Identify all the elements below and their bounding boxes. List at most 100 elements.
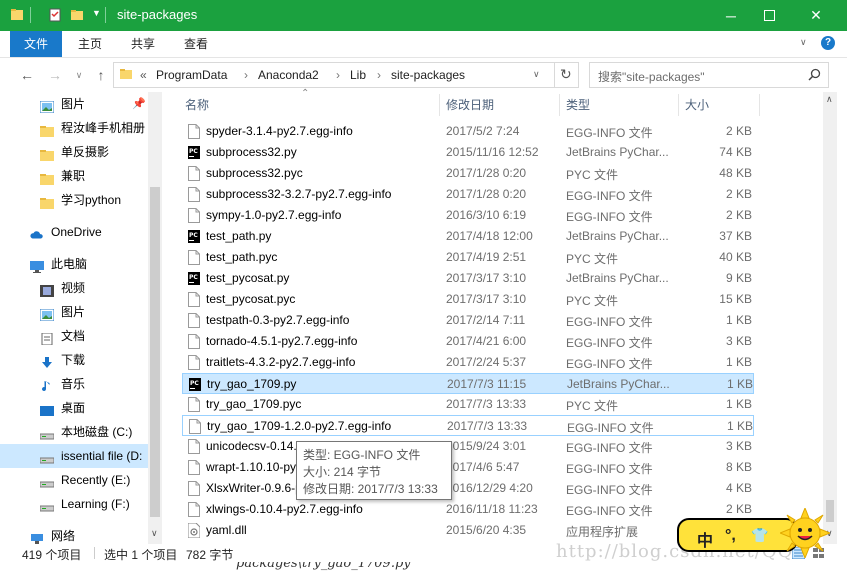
file-row[interactable]: XlsxWriter-0.9.6-py2.7.egg-info 2016/12/2… [182,478,754,499]
file-row[interactable]: try_gao_1709-1.2.0-py2.7.egg-info 2017/7/… [182,415,754,436]
file-type: EGG-INFO 文件 [566,336,653,350]
ime-language[interactable]: 中 [697,527,713,551]
ime-punctuation[interactable]: °, [725,527,736,545]
file-row[interactable]: yaml.dll 2015/6/20 4:35 应用程序扩展 [182,520,754,541]
column-separator[interactable] [678,94,679,116]
nav-item-label: 学习python [61,193,122,207]
file-type: JetBrains PyChar... [566,145,669,159]
file-row[interactable]: subprocess32.pyc 2017/1/28 0:20 PYC 文件 48 K… [182,163,754,184]
expand-ribbon-icon[interactable]: ∨ [800,37,807,48]
file-row[interactable]: PC test_pycosat.py 2017/3/17 3:10 JetBrains… [182,268,754,289]
nav-item[interactable]: 下载 [0,348,148,372]
nav-item[interactable]: Recently (E:) [0,468,148,492]
nav-item[interactable]: 程汝峰手机相册 [0,116,148,140]
file-type: PYC 文件 [566,168,619,182]
nav-item[interactable]: 此电脑 [0,252,148,276]
nav-item-label: 单反摄影 [61,145,110,159]
search-icon[interactable] [808,68,821,81]
scroll-down-icon[interactable]: ∨ [151,528,158,539]
new-folder-icon[interactable] [70,7,84,23]
address-bar[interactable]: « ProgramData › Anaconda2 › Lib › site-p… [113,62,579,88]
file-row[interactable]: testpath-0.3-py2.7.egg-info 2017/2/14 7:1… [182,310,754,331]
file-row[interactable]: PC test_path.py 2017/4/18 12:00 JetBrains P… [182,226,754,247]
file-date: 2017/3/17 3:10 [446,271,527,285]
breadcrumb-anaconda2[interactable]: Anaconda2 [258,68,319,82]
column-separator[interactable] [559,94,560,116]
file-row[interactable]: test_path.pyc 2017/4/19 2:51 PYC 文件 40 KB [182,247,754,268]
column-header-type[interactable]: 类型 [566,92,590,118]
breadcrumb-separator-icon[interactable]: › [336,68,340,82]
file-type: PYC 文件 [566,399,619,413]
file-size: 2 KB [725,187,752,201]
file-row[interactable]: try_gao_1709.pyc 2017/7/3 13:33 PYC 文件 1 KB [182,394,754,415]
file-date: 2016/3/10 6:19 [446,208,527,222]
download-icon [40,353,54,368]
nav-item[interactable]: OneDrive [0,220,148,244]
tab-share[interactable]: 共享 [119,31,167,57]
file-date: 2017/1/28 0:20 [446,187,527,201]
file-row[interactable]: PC try_gao_1709.py 2017/7/3 11:15 JetBrains… [182,373,754,394]
tab-view[interactable]: 查看 [172,31,220,57]
column-separator[interactable] [759,94,760,116]
nav-item[interactable]: issential file (D: [0,444,148,468]
file-row[interactable]: xlwings-0.10.4-py2.7.egg-info 2016/11/18 … [182,499,754,520]
nav-item[interactable]: 单反摄影 [0,140,148,164]
recent-locations-button[interactable]: ∨ [70,66,88,84]
folder-icon [11,9,23,20]
column-header-date[interactable]: 修改日期 [446,92,494,118]
scroll-up-icon[interactable]: ∧ [826,94,833,105]
nav-item[interactable]: 文档 [0,324,148,348]
breadcrumb-lib[interactable]: Lib [350,68,366,82]
nav-item[interactable]: 本地磁盘 (C:) [0,420,148,444]
back-button[interactable]: ← [18,66,36,84]
file-row[interactable]: PC subprocess32.py 2015/11/16 12:52 JetBrai… [182,142,754,163]
file-size: 1 KB [725,355,752,369]
search-box[interactable]: 搜索"site-packages" [589,62,829,88]
file-row[interactable]: wrapt-1.10.10-py2.7.egg-info 2017/4/6 5:4… [182,457,754,478]
file-row[interactable]: test_pycosat.pyc 2017/3/17 3:10 PYC 文件 15 K… [182,289,754,310]
refresh-icon[interactable]: ↻ [560,66,572,83]
column-header-size[interactable]: 大小 [685,92,709,118]
nav-item[interactable]: 兼职 [0,164,148,188]
file-row[interactable]: unicodecsv-0.14.1-py2.7.egg-info 2015/9/2… [182,436,754,457]
file-row[interactable]: spyder-3.1.4-py2.7.egg-info 2017/5/2 7:24… [182,121,754,142]
nav-item[interactable]: 视频 [0,276,148,300]
nav-item[interactable]: Learning (F:) [0,492,148,516]
file-name: yaml.dll [206,523,247,537]
file-row[interactable]: traitlets-4.3.2-py2.7.egg-info 2017/2/24 … [182,352,754,373]
file-row[interactable]: tornado-4.5.1-py2.7.egg-info 2017/4/21 6:… [182,331,754,352]
breadcrumb-separator-icon[interactable]: › [377,68,381,82]
file-row[interactable]: sympy-1.0-py2.7.egg-info 2016/3/10 6:19 EG… [182,205,754,226]
up-button[interactable]: ↑ [92,66,110,84]
svg-text:PC: PC [189,232,198,239]
nav-scrollbar[interactable]: ∨ [148,92,162,544]
breadcrumb-site-packages[interactable]: site-packages [391,68,465,82]
tab-home[interactable]: 主页 [66,31,114,57]
pin-icon[interactable]: 📌 [132,92,146,116]
properties-icon[interactable] [48,7,62,23]
address-dropdown-icon[interactable]: ∨ [533,69,540,80]
breadcrumb-programdata[interactable]: ProgramData [156,68,227,82]
nav-item-label: 桌面 [61,401,86,415]
tab-file[interactable]: 文件 [10,31,62,57]
search-input[interactable]: 搜索"site-packages" [598,68,705,85]
nav-scrollbar-thumb[interactable] [150,187,160,517]
close-button[interactable]: ✕ [793,0,839,31]
file-list-scrollbar[interactable]: ∧ ∨ [823,92,837,544]
nav-item[interactable]: 图片 [0,300,148,324]
column-separator[interactable] [439,94,440,116]
nav-item[interactable]: 学习python [0,188,148,212]
shirt-icon[interactable]: 👕 [751,527,768,544]
nav-item[interactable]: 音乐 [0,372,148,396]
column-header-name[interactable]: 名称 [185,92,209,118]
file-row[interactable]: subprocess32-3.2.7-py2.7.egg-info 2017/1/… [182,184,754,205]
nav-item[interactable]: 图片 📌 [0,92,148,116]
title-bar[interactable]: ▼ site-packages ─ ✕ [0,0,847,31]
breadcrumb-separator-icon[interactable]: › [244,68,248,82]
nav-item[interactable]: 桌面 [0,396,148,420]
forward-button[interactable]: → [46,66,64,84]
customize-quick-access-icon[interactable]: ▼ [92,8,101,18]
overflow-chevron-icon[interactable]: « [140,68,147,82]
help-icon[interactable]: ? [821,36,835,50]
maximize-button[interactable] [746,0,792,31]
